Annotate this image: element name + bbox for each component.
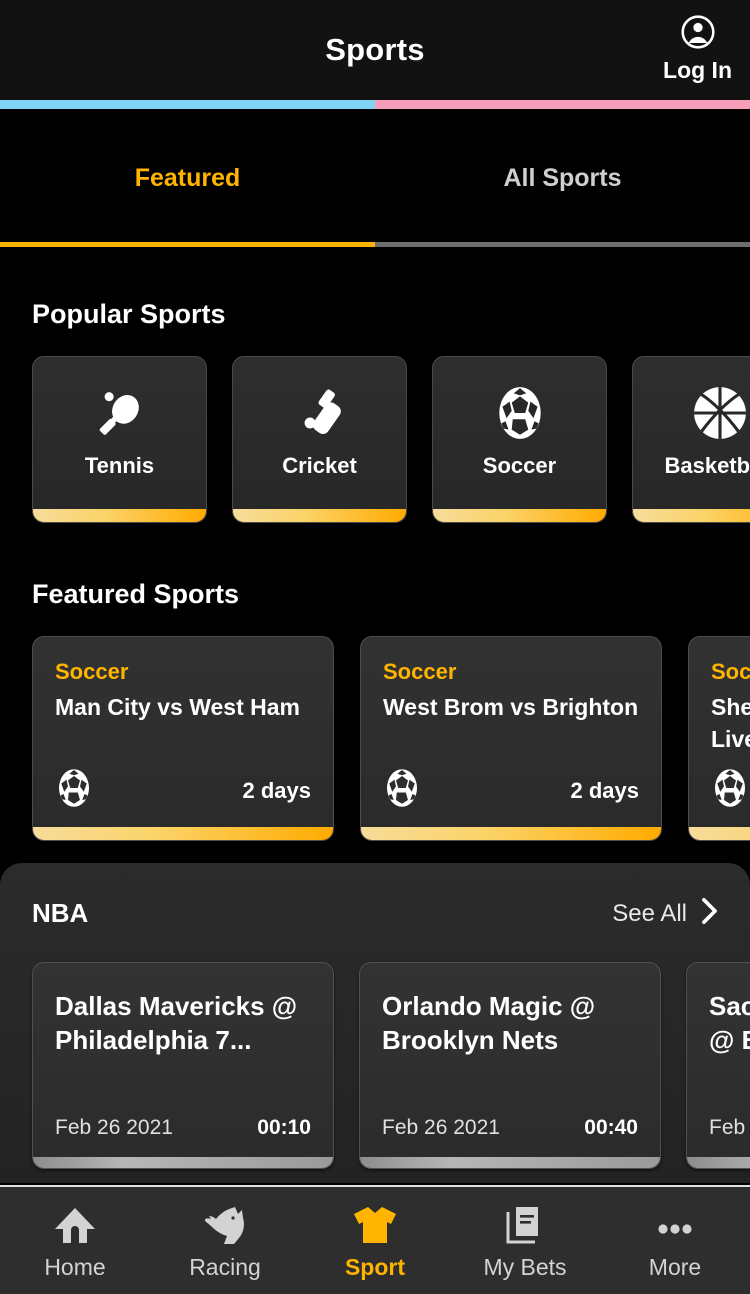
popular-sports-carousel[interactable]: Tennis Cricket Soccer Basketb [0,356,750,523]
login-button[interactable]: Log In [663,14,732,84]
login-label: Log In [663,57,732,83]
account-circle-icon [680,14,716,55]
soccer-ball-icon [383,767,421,814]
featured-card-sport: Soccer [383,659,457,684]
featured-card[interactable]: Soccer West Brom vs Brighton 2 days [360,636,662,841]
card-accent-bar [33,509,206,522]
basketball-icon [691,383,749,443]
featured-card-time: 2 days [242,777,312,803]
soccer-ball-icon [55,767,93,814]
card-accent-bar [233,509,406,522]
tab-all-sports-underline [375,242,750,247]
horse-head-icon [202,1201,248,1245]
progress-colorbar [0,100,750,109]
sport-card-label: Cricket [282,453,357,478]
soccer-ball-icon [493,383,547,443]
game-card-title: Sacramento Kings @ Boston Celtics [709,991,750,1055]
nav-item-sport[interactable]: Sport [300,1187,450,1294]
featured-sports-section: Featured Sports Soccer Man City vs West … [0,579,750,841]
cricket-bat-icon [291,383,349,443]
app-screen: Sports Log In Featured All Sports Popula… [0,0,750,1294]
tab-all-sports-label: All Sports [503,163,622,192]
nav-item-label: Sport [344,1253,406,1280]
game-card-footer: Feb 26 2021 01:00 [709,1116,750,1140]
sport-card-cricket[interactable]: Cricket [232,356,407,523]
documents-icon [505,1201,545,1245]
featured-card-match: Man City vs West Ham [55,694,300,720]
league-games-carousel[interactable]: Dallas Mavericks @ Philadelphia 7... Feb… [0,962,750,1169]
game-card[interactable]: Dallas Mavericks @ Philadelphia 7... Feb… [32,962,334,1169]
see-all-label: See All [612,899,687,927]
card-accent-bar [33,827,333,840]
nav-item-racing[interactable]: Racing [150,1187,300,1294]
chevron-right-icon [701,897,718,930]
home-icon [53,1201,97,1245]
sport-card-label: Basketball [664,453,750,478]
nav-item-label: My Bets [483,1253,567,1280]
tab-featured-underline [0,242,375,247]
bottom-navigation: Home Racing Sport My Bets More [0,1185,750,1294]
tab-featured-label: Featured [134,163,241,192]
featured-card-sport: Soccer [55,659,129,684]
tab-featured[interactable]: Featured [0,109,375,247]
popular-sports-title: Popular Sports [32,299,226,329]
featured-card-footer: 2 days [711,767,750,814]
league-name: NBA [32,898,89,928]
sport-card-basketball[interactable]: Basketball [632,356,750,523]
popular-sports-section: Popular Sports Tennis Cricket Soccer Bas… [0,299,750,523]
league-section-nba: NBA See All Dallas Mavericks @ Philadelp… [0,863,750,1183]
game-card-time: 00:40 [584,1116,638,1139]
card-accent-bar [687,1157,750,1168]
featured-card-match: Sheffield Utd vs Liverpool [711,694,750,752]
soccer-ball-icon [711,767,749,814]
game-card-date: Feb 26 2021 [709,1116,750,1139]
sport-card-label: Soccer [482,453,557,478]
card-accent-bar [633,509,750,522]
featured-card-footer: 2 days [55,767,311,814]
jersey-icon [352,1201,398,1245]
nav-item-home[interactable]: Home [0,1187,150,1294]
game-card-date: Feb 26 2021 [382,1116,500,1139]
nav-item-label: Home [44,1253,106,1280]
see-all-button[interactable]: See All [612,897,718,930]
nav-item-my-bets[interactable]: My Bets [450,1187,600,1294]
game-card-title: Dallas Mavericks @ Philadelphia 7... [55,991,298,1055]
nav-item-label: More [648,1253,702,1280]
page-title: Sports [325,32,425,67]
card-accent-bar [689,827,750,840]
featured-card-footer: 2 days [383,767,639,814]
sport-card-label: Tennis [84,453,155,478]
tab-bar: Featured All Sports [0,109,750,247]
colorbar-right-segment [375,100,750,109]
league-header: NBA See All [0,897,750,930]
ellipsis-icon [652,1201,698,1245]
card-accent-bar [361,827,661,840]
game-card-footer: Feb 26 2021 00:40 [382,1116,638,1140]
game-card-time: 00:10 [257,1116,311,1139]
card-accent-bar [360,1157,660,1168]
sport-card-soccer[interactable]: Soccer [432,356,607,523]
tennis-racquet-icon [91,383,149,443]
featured-sports-title: Featured Sports [32,579,240,609]
game-card[interactable]: Sacramento Kings @ Boston Celtics Feb 26… [686,962,750,1169]
app-header: Sports Log In [0,0,750,100]
colorbar-left-segment [0,100,375,109]
game-card-title: Orlando Magic @ Brooklyn Nets [382,991,596,1055]
game-card-date: Feb 26 2021 [55,1116,173,1139]
nav-item-more[interactable]: More [600,1187,750,1294]
card-accent-bar [33,1157,333,1168]
featured-card[interactable]: Soccer Sheffield Utd vs Liverpool [688,636,750,841]
featured-card-time: 2 days [570,777,640,803]
sport-card-tennis[interactable]: Tennis [32,356,207,523]
featured-card[interactable]: Soccer Man City vs West Ham 2 days [32,636,334,841]
featured-card-match: West Brom vs Brighton [383,694,639,720]
game-card[interactable]: Orlando Magic @ Brooklyn Nets Feb 26 202… [359,962,661,1169]
featured-card-sport: Soccer [711,659,750,684]
game-card-footer: Feb 26 2021 00:10 [55,1116,311,1140]
card-accent-bar [433,509,606,522]
tab-all-sports[interactable]: All Sports [375,109,750,247]
featured-sports-carousel[interactable]: Soccer Man City vs West Ham 2 days Socce… [0,636,750,841]
nav-item-label: Racing [189,1253,261,1280]
